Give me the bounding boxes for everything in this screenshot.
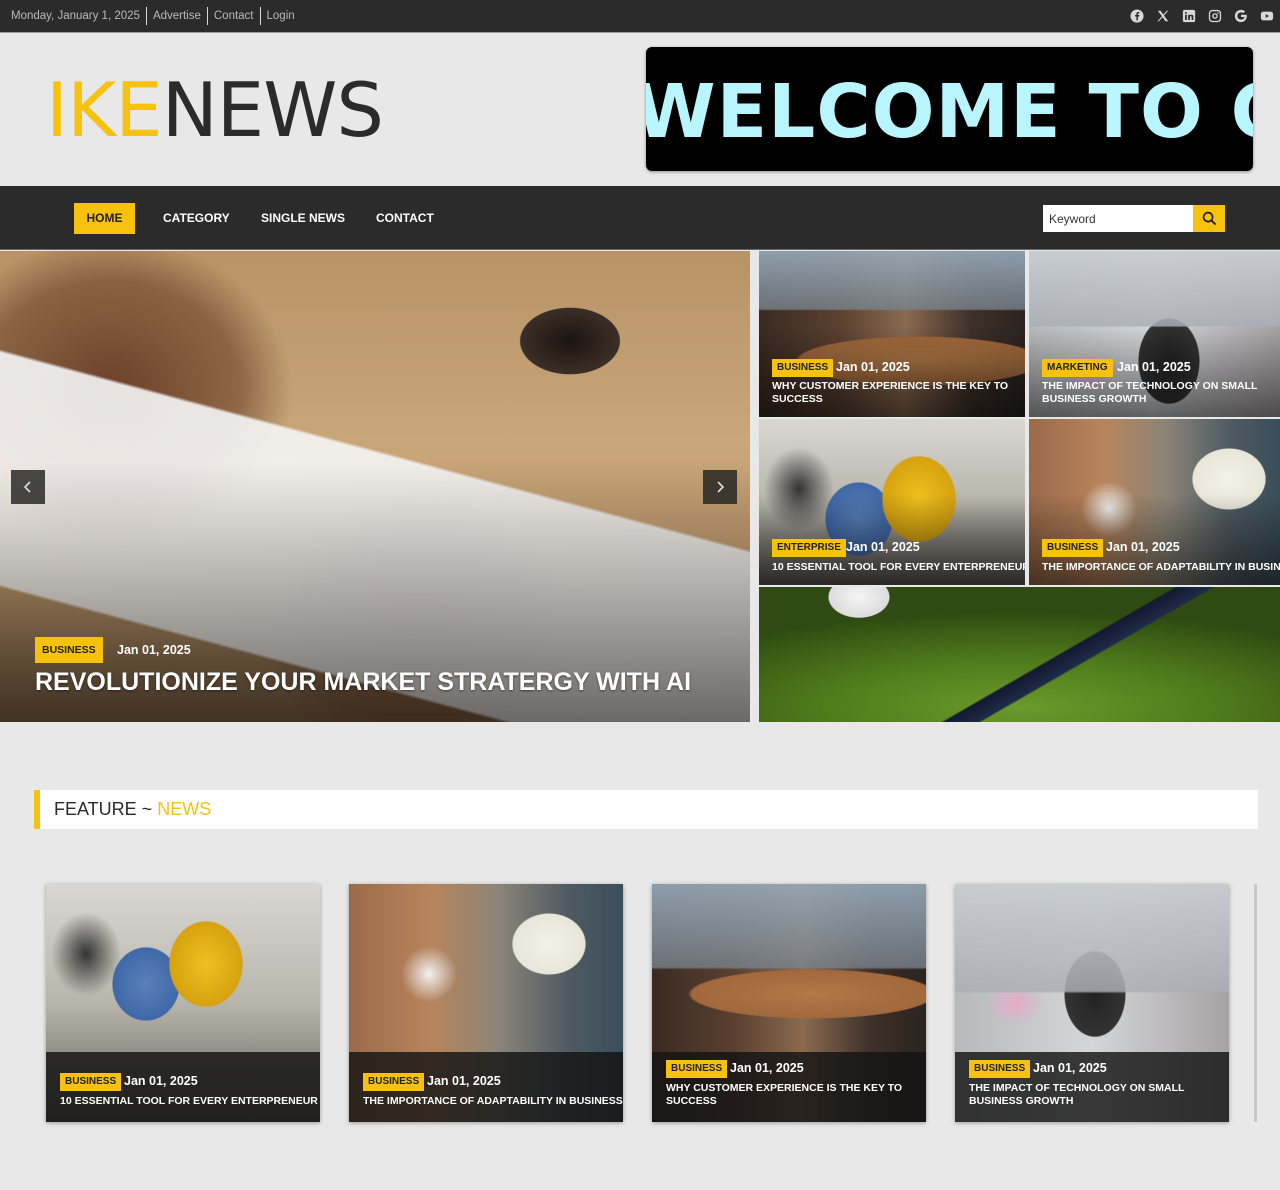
hero-tile[interactable]: BUSINESS Jan 01, 2025 WHY CUSTOMER EXPER… (759, 251, 1025, 417)
search-button[interactable] (1193, 205, 1225, 232)
hero-main-slide[interactable]: BUSINESS Jan 01, 2025 REVOLUTIONIZE YOUR… (0, 251, 750, 722)
post-date: Jan 01, 2025 (1106, 540, 1180, 554)
chevron-right-icon (717, 481, 725, 493)
card-headline[interactable]: 10 ESSENTIAL TOOL FOR EVERY ENTERPRENEUR (60, 1095, 318, 1108)
hero-tile[interactable]: BUSINESS Jan 01, 2025 THE IMPORTANCE OF … (1029, 419, 1280, 585)
next-card-edge (1254, 884, 1257, 1122)
category-badge[interactable]: BUSINESS (60, 1073, 122, 1091)
search-icon (1202, 211, 1216, 226)
post-date: Jan 01, 2025 (846, 540, 920, 554)
x-icon[interactable] (1155, 9, 1170, 24)
feature-card[interactable]: BUSINESS Jan 01, 2025 THE IMPACT OF TECH… (955, 884, 1229, 1122)
logo-part-news: NEWS (161, 66, 384, 154)
nav-contact[interactable]: CONTACT (376, 203, 434, 234)
nav-home[interactable]: HOME (74, 203, 135, 234)
post-date: Jan 01, 2025 (1117, 360, 1191, 374)
nav-single-news[interactable]: SINGLE NEWS (261, 203, 345, 234)
tile-headline[interactable]: WHY CUSTOMER EXPERIENCE IS THE KEY TO SU… (772, 380, 1017, 406)
post-date: Jan 01, 2025 (1033, 1061, 1107, 1075)
hero-ad-tile[interactable] (759, 587, 1280, 722)
social-links (1129, 0, 1274, 32)
tile-headline[interactable]: THE IMPORTANCE OF ADAPTABILITY IN BUSINE… (1042, 561, 1280, 574)
login-link[interactable]: Login (267, 10, 295, 22)
tile-headline[interactable]: 10 ESSENTIAL TOOL FOR EVERY ENTERPRENEUR (772, 561, 1025, 574)
advertise-link[interactable]: Advertise (153, 10, 201, 22)
site-logo[interactable]: IKENEWS (46, 70, 384, 150)
section-title-part: FEATURE ~ (54, 799, 153, 819)
banner-marquee-text: WELCOME TO OU (646, 69, 1253, 155)
linkedin-icon[interactable] (1181, 9, 1196, 24)
section-header: FEATURE ~ NEWS (34, 790, 1258, 829)
post-date: Jan 01, 2025 (117, 643, 191, 657)
hero-tile[interactable]: MARKETING Jan 01, 2025 THE IMPACT OF TEC… (1029, 251, 1280, 417)
top-bar-left: Monday, January 1, 2025 Advertise Contac… (11, 0, 295, 32)
hero-tile[interactable]: ENTERPRISE Jan 01, 2025 10 ESSENTIAL TOO… (759, 419, 1025, 585)
search-input[interactable] (1043, 205, 1193, 232)
post-date: Jan 01, 2025 (730, 1061, 804, 1075)
card-headline[interactable]: THE IMPORTANCE OF ADAPTABILITY IN BUSINE… (363, 1095, 623, 1108)
category-badge[interactable]: BUSINESS (363, 1073, 425, 1091)
divider (145, 7, 147, 25)
tile-headline[interactable]: THE IMPACT OF TECHNOLOGY ON SMALL BUSINE… (1042, 380, 1272, 406)
carousel-next-button[interactable] (703, 470, 737, 504)
category-badge[interactable]: BUSINESS (35, 637, 103, 663)
feature-card[interactable]: BUSINESS Jan 01, 2025 WHY CUSTOMER EXPER… (652, 884, 926, 1122)
category-badge[interactable]: BUSINESS (1042, 539, 1104, 557)
post-date: Jan 01, 2025 (427, 1074, 501, 1088)
section-title-highlight: NEWS (157, 799, 212, 819)
category-badge[interactable]: BUSINESS (772, 359, 834, 377)
divider (259, 7, 261, 25)
feature-card[interactable]: BUSINESS Jan 01, 2025 10 ESSENTIAL TOOL … (46, 884, 320, 1122)
welcome-banner: WELCOME TO OU (646, 47, 1253, 171)
chevron-left-icon (23, 481, 31, 493)
instagram-icon[interactable] (1207, 9, 1222, 24)
divider (206, 7, 208, 25)
category-badge[interactable]: BUSINESS (969, 1060, 1031, 1078)
card-headline[interactable]: WHY CUSTOMER EXPERIENCE IS THE KEY TO SU… (666, 1082, 906, 1108)
google-icon[interactable] (1233, 9, 1248, 24)
post-date: Jan 01, 2025 (124, 1074, 198, 1088)
logo-part-ike: IKE (46, 66, 163, 154)
nav-category[interactable]: CATEGORY (163, 203, 230, 234)
post-date: Jan 01, 2025 (836, 360, 910, 374)
section-title: FEATURE ~ NEWS (54, 799, 211, 820)
category-badge[interactable]: ENTERPRISE (772, 539, 846, 557)
youtube-icon[interactable] (1259, 9, 1274, 24)
hero-title[interactable]: REVOLUTIONIZE YOUR MARKET STRATERGY WITH… (35, 668, 691, 697)
current-date: Monday, January 1, 2025 (11, 10, 140, 22)
category-badge[interactable]: MARKETING (1042, 359, 1113, 377)
divider (0, 32, 1280, 33)
top-bar: Monday, January 1, 2025 Advertise Contac… (0, 0, 1280, 32)
carousel-prev-button[interactable] (11, 470, 45, 504)
facebook-icon[interactable] (1129, 9, 1144, 24)
category-badge[interactable]: BUSINESS (666, 1060, 728, 1078)
feature-card[interactable]: BUSINESS Jan 01, 2025 THE IMPORTANCE OF … (349, 884, 623, 1122)
contact-link[interactable]: Contact (214, 10, 254, 22)
card-headline[interactable]: THE IMPACT OF TECHNOLOGY ON SMALL BUSINE… (969, 1082, 1209, 1108)
